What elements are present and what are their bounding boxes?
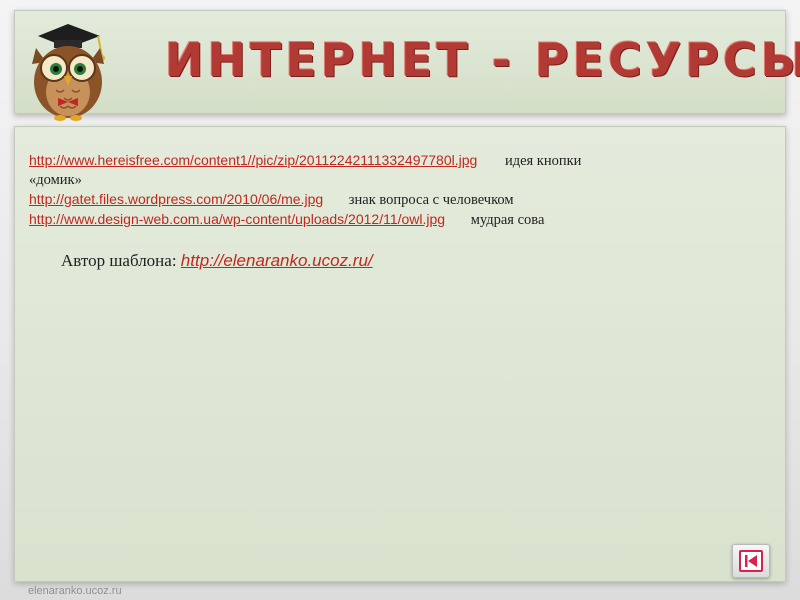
resource-list: http://www.hereisfree.com/content1//pic/… <box>29 151 769 230</box>
list-item: http://www.hereisfree.com/content1//pic/… <box>29 151 769 171</box>
resource-link-2[interactable]: http://gatet.files.wordpress.com/2010/06… <box>29 191 323 207</box>
resource-link-1[interactable]: http://www.hereisfree.com/content1//pic/… <box>29 152 477 168</box>
author-label: Автор шаблона: <box>61 251 181 270</box>
author-link[interactable]: http://elenaranko.ucoz.ru/ <box>181 251 373 270</box>
author-line: Автор шаблона: http://elenaranko.ucoz.ru… <box>61 251 373 271</box>
resource-description-3: мудрая сова <box>470 212 545 228</box>
resource-link-3[interactable]: http://www.design-web.com.ua/wp-content/… <box>29 211 445 227</box>
owl-icon <box>32 24 105 121</box>
footer-site: elenaranko.ucoz.ru <box>28 585 122 597</box>
list-item: http://www.design-web.com.ua/wp-content/… <box>29 210 769 230</box>
resource-description-1-cont: «домик» <box>29 172 82 188</box>
header-panel: ИНТЕРНЕТ - РЕСУРСЫ <box>14 10 800 114</box>
list-item: http://gatet.files.wordpress.com/2010/06… <box>29 190 769 210</box>
resource-description-1: идея кнопки <box>504 153 582 169</box>
list-item: «домик» <box>29 171 769 190</box>
page-title: ИНТЕРНЕТ - РЕСУРСЫ <box>165 33 800 87</box>
content-panel: http://www.hereisfree.com/content1//pic/… <box>14 126 786 582</box>
back-arrow-icon <box>739 550 763 572</box>
resource-description-2: знак вопроса с человечком <box>348 192 514 208</box>
back-button[interactable] <box>732 544 770 578</box>
